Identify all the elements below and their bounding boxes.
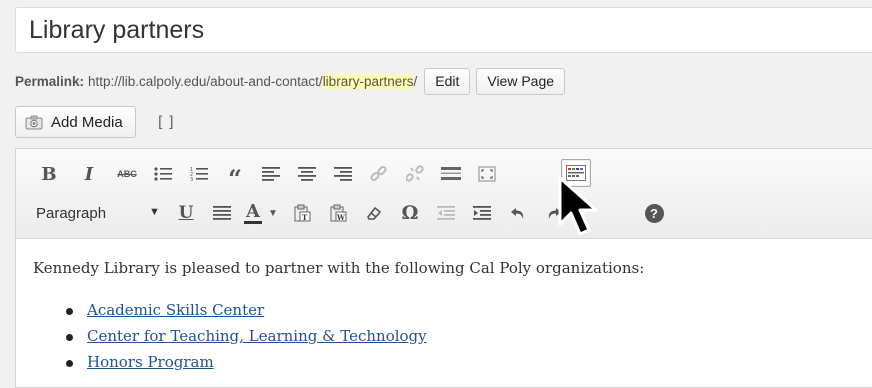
permalink-base-url: http://lib.calpoly.edu/about-and-contact… — [88, 73, 323, 89]
align-left-icon[interactable] — [258, 161, 284, 187]
bold-icon[interactable]: B — [36, 161, 62, 187]
add-media-button[interactable]: Add Media — [15, 106, 136, 138]
insert-link-icon[interactable] — [366, 161, 392, 187]
permalink-row: Permalink: http://lib.calpoly.edu/about-… — [15, 67, 566, 95]
align-center-icon[interactable] — [294, 161, 320, 187]
text-color-icon[interactable]: A ▼ — [244, 200, 284, 226]
help-icon[interactable]: ? — [641, 200, 667, 226]
bullet-list-icon[interactable] — [150, 161, 176, 187]
permalink-trailing: / — [413, 73, 418, 89]
outdent-icon[interactable] — [433, 200, 459, 226]
add-media-label: Add Media — [51, 113, 123, 131]
svg-text:W: W — [336, 213, 345, 222]
partner-link-honors[interactable]: Honors Program — [87, 353, 214, 371]
view-page-button[interactable]: View Page — [476, 67, 566, 95]
clear-formatting-icon[interactable] — [361, 200, 387, 226]
dropdown-arrow-icon: ▼ — [149, 206, 160, 218]
numbered-list-icon[interactable]: 123 — [186, 161, 212, 187]
partner-link-ctlt[interactable]: Center for Teaching, Learning & Technolo… — [87, 327, 427, 345]
read-more-icon[interactable] — [438, 161, 464, 187]
paste-text-icon[interactable]: T — [289, 200, 315, 226]
editor-toolbar: B I ABC 123 “ Paragraph ▼ U A ▼ T W Ω ? — [16, 149, 872, 239]
partner-list: Academic Skills Center Center for Teachi… — [56, 301, 427, 379]
italic-icon[interactable]: I — [76, 161, 102, 187]
strikethrough-icon[interactable]: ABC — [114, 161, 140, 187]
blockquote-icon[interactable]: “ — [222, 161, 248, 193]
mouse-pointer-icon — [558, 176, 598, 236]
list-item: Center for Teaching, Learning & Technolo… — [56, 327, 427, 353]
justify-icon[interactable] — [209, 200, 235, 226]
underline-icon[interactable]: U — [173, 200, 199, 226]
shortcode-brackets-icon[interactable]: [] — [156, 113, 178, 131]
visual-editor: B I ABC 123 “ Paragraph ▼ U A ▼ T W Ω ? … — [15, 148, 872, 388]
camera-music-icon — [25, 115, 43, 129]
format-select-value: Paragraph — [36, 204, 107, 222]
list-item: Honors Program — [56, 353, 427, 379]
permalink-label: Permalink: — [15, 73, 85, 89]
fullscreen-icon[interactable] — [474, 161, 500, 187]
intro-paragraph: Kennedy Library is pleased to partner wi… — [33, 259, 645, 277]
post-title-text[interactable]: Library partners — [29, 16, 204, 45]
indent-icon[interactable] — [469, 200, 495, 226]
text-color-arrow-icon: ▼ — [268, 207, 278, 219]
svg-text:T: T — [302, 213, 308, 222]
permalink-slug[interactable]: library-partners — [322, 73, 414, 89]
format-select[interactable]: Paragraph ▼ — [36, 200, 168, 226]
align-right-icon[interactable] — [330, 161, 356, 187]
media-row: Add Media [] — [15, 106, 178, 138]
special-character-icon[interactable]: Ω — [397, 200, 423, 226]
edit-permalink-button[interactable]: Edit — [424, 67, 471, 95]
list-item: Academic Skills Center — [56, 301, 427, 327]
partner-link-academic-skills[interactable]: Academic Skills Center — [87, 301, 264, 319]
remove-link-icon[interactable] — [402, 161, 428, 187]
undo-icon[interactable] — [505, 200, 531, 226]
post-title-field[interactable]: Library partners — [15, 7, 872, 53]
paste-word-icon[interactable]: W — [325, 200, 351, 226]
svg-text:3: 3 — [190, 177, 193, 182]
